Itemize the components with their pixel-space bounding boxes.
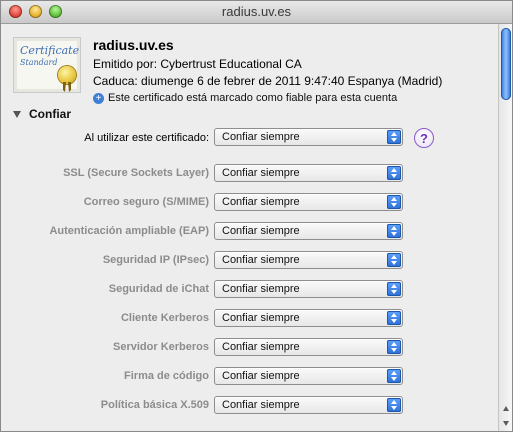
ichat-popup-value: Confiar siempre bbox=[222, 283, 300, 295]
smime-label: Correo seguro (S/MIME) bbox=[83, 196, 209, 208]
ichat-popup[interactable]: Confiar siempre bbox=[214, 280, 403, 298]
scroll-arrows[interactable] bbox=[499, 399, 512, 431]
trust-section-header[interactable]: Confiar bbox=[13, 107, 71, 121]
kerberos-server-popup[interactable]: Confiar siempre bbox=[214, 338, 403, 356]
ssl-popup-value: Confiar siempre bbox=[222, 167, 300, 179]
popup-arrows-icon bbox=[387, 253, 401, 267]
content-area: Certificate Standard radius.uv.es Emitid… bbox=[1, 24, 498, 431]
code-signing-label: Firma de código bbox=[124, 370, 209, 382]
eap-popup-value: Confiar siempre bbox=[222, 225, 300, 237]
certificate-icon-title: Certificate bbox=[20, 44, 80, 57]
popup-arrows-icon bbox=[387, 311, 401, 325]
ichat-label: Seguridad de iChat bbox=[108, 283, 209, 295]
when-using-label: Al utilizar este certificado: bbox=[84, 132, 209, 144]
popup-arrows-icon bbox=[387, 166, 401, 180]
kerberos-server-label: Servidor Kerberos bbox=[113, 341, 209, 353]
code-signing-popup[interactable]: Confiar siempre bbox=[214, 367, 403, 385]
ribbon-icon bbox=[63, 82, 71, 92]
certificate-name: radius.uv.es bbox=[93, 37, 174, 53]
ipsec-popup[interactable]: Confiar siempre bbox=[214, 251, 403, 269]
popup-arrows-icon bbox=[387, 224, 401, 238]
plus-circle-icon: + bbox=[93, 92, 104, 104]
x509-policy-label: Política básica X.509 bbox=[100, 399, 209, 411]
disclosure-triangle-icon[interactable] bbox=[13, 111, 21, 119]
title-bar[interactable]: radius.uv.es bbox=[1, 1, 512, 24]
scrollbar-thumb[interactable] bbox=[501, 28, 511, 100]
scroll-up-arrow-icon[interactable] bbox=[502, 405, 510, 413]
x509-policy-popup-value: Confiar siempre bbox=[222, 399, 300, 411]
certificate-icon-subtitle: Standard bbox=[20, 58, 58, 67]
window-title: radius.uv.es bbox=[221, 4, 292, 19]
kerberos-server-popup-value: Confiar siempre bbox=[222, 341, 300, 353]
ipsec-popup-value: Confiar siempre bbox=[222, 254, 300, 266]
popup-arrows-icon bbox=[387, 369, 401, 383]
popup-arrows-icon bbox=[387, 195, 401, 209]
trusted-note: + Este certificado está marcado como fiab… bbox=[93, 92, 397, 104]
smime-popup-value: Confiar siempre bbox=[222, 196, 300, 208]
smime-popup[interactable]: Confiar siempre bbox=[214, 193, 403, 211]
when-using-popup-value: Confiar siempre bbox=[222, 131, 300, 143]
expiration-date: Caduca: diumenge 6 de febrer de 2011 9:4… bbox=[93, 74, 443, 88]
when-using-popup[interactable]: Confiar siempre bbox=[214, 128, 403, 146]
certificate-window: radius.uv.es Certificate Standard radius… bbox=[0, 0, 513, 432]
ssl-popup[interactable]: Confiar siempre bbox=[214, 164, 403, 182]
ssl-label: SSL (Secure Sockets Layer) bbox=[63, 167, 209, 179]
popup-arrows-icon bbox=[387, 282, 401, 296]
kerberos-client-popup[interactable]: Confiar siempre bbox=[214, 309, 403, 327]
issued-by: Emitido por: Cybertrust Educational CA bbox=[93, 57, 302, 71]
trust-section-label: Confiar bbox=[29, 107, 71, 121]
popup-arrows-icon bbox=[387, 340, 401, 354]
scroll-down-arrow-icon[interactable] bbox=[502, 419, 510, 427]
kerberos-client-popup-value: Confiar siempre bbox=[222, 312, 300, 324]
x509-policy-popup[interactable]: Confiar siempre bbox=[214, 396, 403, 414]
ipsec-label: Seguridad IP (IPsec) bbox=[102, 254, 209, 266]
code-signing-popup-value: Confiar siempre bbox=[222, 370, 300, 382]
trusted-note-text: Este certificado está marcado como fiabl… bbox=[108, 92, 398, 104]
eap-label: Autenticación ampliable (EAP) bbox=[49, 225, 209, 237]
popup-arrows-icon bbox=[387, 130, 401, 144]
certificate-icon: Certificate Standard bbox=[13, 37, 81, 93]
popup-arrows-icon bbox=[387, 398, 401, 412]
vertical-scrollbar[interactable] bbox=[498, 24, 512, 431]
help-button[interactable]: ? bbox=[414, 128, 434, 148]
eap-popup[interactable]: Confiar siempre bbox=[214, 222, 403, 240]
kerberos-client-label: Cliente Kerberos bbox=[120, 312, 209, 324]
